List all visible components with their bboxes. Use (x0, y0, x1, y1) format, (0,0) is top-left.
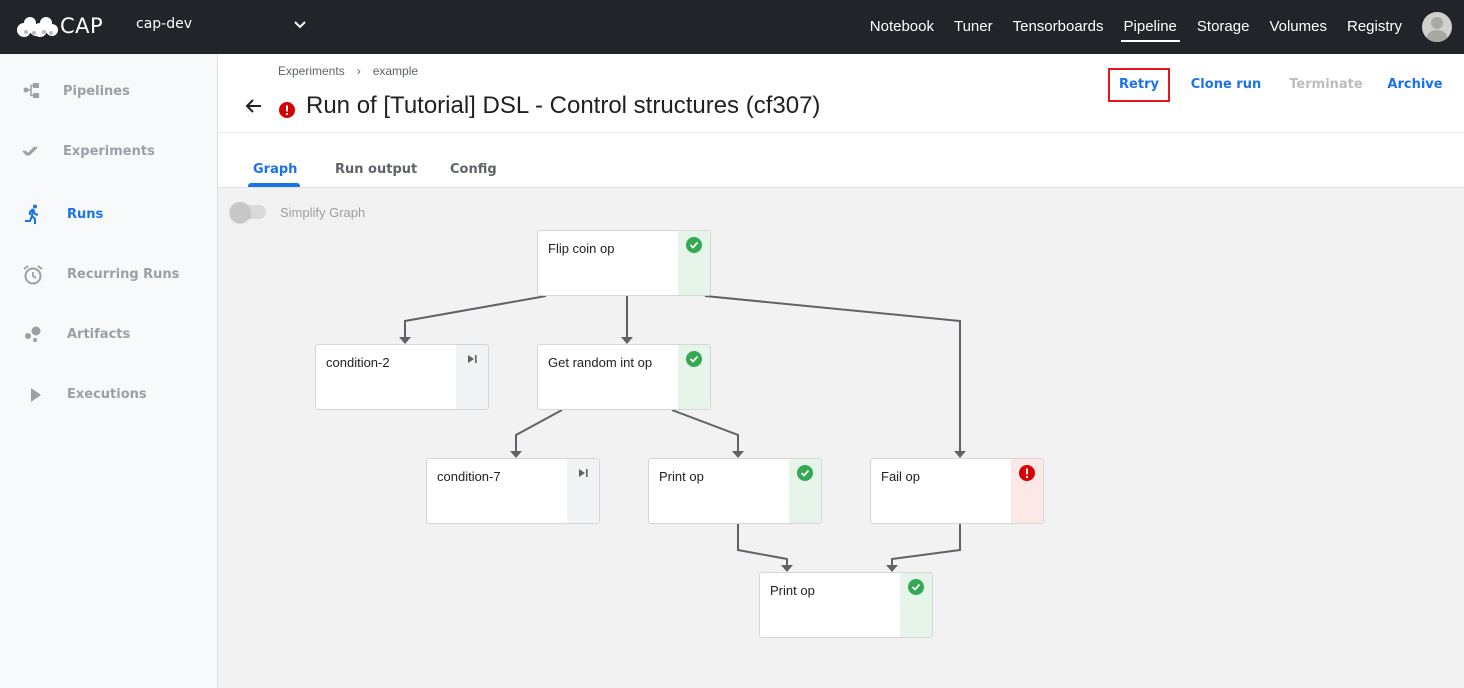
simplify-graph-label: Simplify Graph (280, 205, 366, 220)
runs-icon (25, 204, 39, 224)
skip-next-icon (468, 355, 477, 363)
nav-storage[interactable]: Storage (1197, 18, 1250, 36)
user-icon (1426, 17, 1448, 42)
alarm-clock-icon (23, 265, 43, 285)
terminate-button[interactable]: Terminate (1284, 68, 1368, 102)
chevron-down-icon[interactable] (292, 17, 308, 33)
node-status (789, 459, 821, 523)
check-circle-icon (686, 237, 702, 253)
sidebar-item-label: Artifacts (67, 326, 131, 342)
node-print-op[interactable]: Print op (648, 458, 822, 524)
node-condition-2[interactable]: condition-2 (315, 344, 489, 410)
pipelines-icon (23, 83, 39, 98)
back-arrow-icon[interactable] (244, 96, 264, 116)
tab-run-output[interactable]: Run output (335, 162, 417, 177)
nav-tensorboards[interactable]: Tensorboards (1013, 18, 1104, 36)
check-circle-icon (686, 351, 702, 367)
node-flip-coin-op[interactable]: Flip coin op (537, 230, 711, 296)
nav-notebook[interactable]: Notebook (870, 18, 934, 36)
node-condition-7[interactable]: condition-7 (426, 458, 600, 524)
sidebar: Pipelines Experiments Runs Recurring Run… (0, 54, 218, 688)
sidebar-item-runs[interactable]: Runs (0, 194, 217, 234)
tab-config[interactable]: Config (450, 162, 497, 177)
breadcrumb-experiments[interactable]: Experiments (278, 64, 345, 78)
node-label: Flip coin op (548, 241, 615, 256)
node-status (678, 345, 710, 409)
breadcrumb-separator: › (356, 64, 361, 78)
sidebar-item-executions[interactable]: Executions (0, 374, 217, 414)
node-label: Print op (770, 583, 815, 598)
simplify-graph-toggle[interactable] (230, 202, 266, 222)
error-status-icon (279, 102, 295, 118)
avatar[interactable] (1422, 12, 1452, 42)
check-circle-icon (797, 465, 813, 481)
tab-graph[interactable]: Graph (253, 162, 297, 177)
header-divider (218, 132, 1464, 133)
nav-registry[interactable]: Registry (1347, 18, 1402, 36)
nav-pipeline[interactable]: Pipeline (1120, 18, 1181, 42)
sidebar-item-artifacts[interactable]: Artifacts (0, 314, 217, 354)
error-icon (1019, 465, 1035, 481)
node-status (1011, 459, 1043, 523)
retry-button[interactable]: Retry (1108, 68, 1170, 102)
experiments-icon (22, 146, 38, 157)
node-label: Print op (659, 469, 704, 484)
nav-tuner[interactable]: Tuner (954, 18, 993, 36)
node-status (567, 459, 599, 523)
check-circle-icon (908, 579, 924, 595)
top-nav: Notebook Tuner Tensorboards Pipeline Sto… (870, 0, 1464, 54)
tab-bar: Graph Run output Config (218, 154, 1464, 187)
nav-volumes[interactable]: Volumes (1269, 18, 1327, 36)
toggle-knob[interactable] (230, 202, 250, 222)
sidebar-item-recurring-runs[interactable]: Recurring Runs (0, 254, 217, 294)
namespace-selector[interactable]: cap-dev (136, 16, 192, 32)
node-status (456, 345, 488, 409)
node-get-random-int-op[interactable]: Get random int op (537, 344, 711, 410)
clone-run-button[interactable]: Clone run (1186, 68, 1266, 102)
logo[interactable]: CAP (16, 13, 103, 39)
play-icon (31, 388, 41, 402)
breadcrumb-example[interactable]: example (373, 64, 418, 78)
sidebar-item-experiments[interactable]: Experiments (0, 131, 217, 171)
node-label: condition-7 (437, 469, 501, 484)
sidebar-item-pipelines[interactable]: Pipelines (0, 71, 217, 111)
node-print-op-2[interactable]: Print op (759, 572, 933, 638)
node-label: condition-2 (326, 355, 390, 370)
node-label: Fail op (881, 469, 921, 484)
logo-icon (17, 17, 58, 37)
brand-name: CAP (60, 14, 104, 38)
node-status (678, 231, 710, 295)
sidebar-item-label: Pipelines (63, 83, 130, 99)
sidebar-item-label: Executions (67, 386, 147, 402)
node-fail-op[interactable]: Fail op (870, 458, 1044, 524)
node-status (900, 573, 932, 637)
artifacts-icon (25, 326, 41, 342)
archive-button[interactable]: Archive (1380, 68, 1450, 102)
sidebar-item-label: Runs (67, 206, 104, 222)
sidebar-item-label: Recurring Runs (67, 266, 180, 282)
page-title: Run of [Tutorial] DSL - Control structur… (306, 92, 821, 119)
node-label: Get random int op (548, 355, 653, 370)
top-bar: CAP cap-dev Notebook Tuner Tensorboards … (0, 0, 1464, 54)
skip-next-icon (579, 469, 588, 477)
breadcrumb: Experiments › example (278, 64, 418, 78)
sidebar-item-label: Experiments (63, 143, 155, 159)
